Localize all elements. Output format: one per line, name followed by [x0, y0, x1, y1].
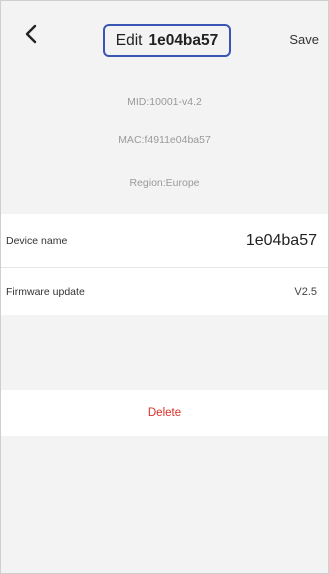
device-name-row[interactable]: Device name 1e04ba57 — [1, 214, 328, 267]
delete-button[interactable]: Delete — [1, 390, 328, 436]
firmware-update-row[interactable]: Firmware update V2.5 — [1, 268, 328, 315]
page-title-device: 1e04ba57 — [148, 31, 219, 49]
region-text: Region:Europe — [129, 177, 200, 189]
firmware-update-label: Firmware update — [6, 285, 85, 298]
page-title: Edit 1e04ba57 — [103, 24, 231, 57]
mid-text: MID:10001-v4.2 — [127, 96, 202, 108]
device-name-value: 1e04ba57 — [245, 231, 317, 249]
save-button[interactable]: Save — [289, 32, 319, 47]
back-button[interactable] — [21, 23, 43, 45]
mac-text: MAC:f4911e04ba57 — [118, 134, 211, 146]
firmware-version-value: V2.5 — [294, 285, 317, 298]
header-bar: Edit 1e04ba57 Save — [1, 1, 328, 67]
chevron-left-icon — [25, 24, 37, 44]
device-name-label: Device name — [6, 234, 68, 247]
page-title-prefix: Edit — [115, 31, 143, 49]
device-edit-screen: Edit 1e04ba57 Save MID:10001-v4.2 MAC:f4… — [0, 0, 329, 574]
